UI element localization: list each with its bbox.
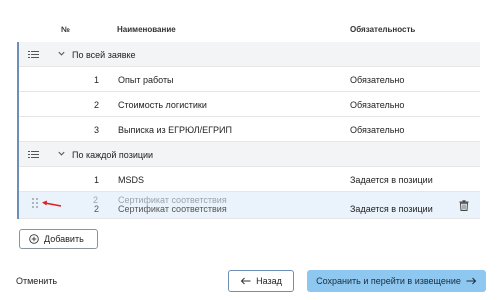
- row-name: Сертификат соответствия: [118, 204, 227, 214]
- add-button[interactable]: Добавить: [19, 229, 98, 249]
- group-row-each-position[interactable]: По каждой позиции: [19, 142, 480, 167]
- chevron-down-icon[interactable]: [57, 49, 66, 58]
- criteria-table: По всей заявке 1 Опыт работы Обязательно…: [17, 42, 480, 219]
- group-title: По всей заявке: [72, 50, 136, 60]
- arrow-right-icon: [466, 277, 477, 285]
- row-required: Обязательно: [350, 100, 405, 110]
- row-num: 2: [93, 204, 99, 214]
- column-header-name: Наименование: [117, 25, 176, 34]
- cancel-link[interactable]: Отменить: [16, 276, 57, 286]
- trash-icon[interactable]: [459, 200, 469, 211]
- row-required: Обязательно: [350, 125, 405, 135]
- column-header-required: Обязательность: [350, 25, 416, 34]
- table-row[interactable]: 3 Выписка из ЕГРЮЛ/ЕГРИП Обязательно: [19, 117, 480, 142]
- add-button-label: Добавить: [44, 234, 84, 244]
- row-required: Задается в позиции: [350, 175, 433, 185]
- row-name: Опыт работы: [118, 75, 174, 85]
- chevron-down-icon[interactable]: [57, 149, 66, 158]
- row-name: Выписка из ЕГРЮЛ/ЕГРИП: [118, 125, 232, 135]
- back-button[interactable]: Назад: [228, 270, 294, 292]
- row-num: 3: [93, 125, 99, 135]
- save-and-go-to-notice-button[interactable]: Сохранить и перейти в извещение: [307, 270, 486, 292]
- row-num: 2: [93, 100, 99, 110]
- group-title: По каждой позиции: [72, 150, 154, 160]
- row-name: Стоимость логистики: [118, 100, 207, 110]
- row-name: MSDS: [118, 175, 145, 185]
- list-icon: [28, 151, 39, 159]
- table-row[interactable]: 1 Опыт работы Обязательно: [19, 67, 480, 92]
- row-num: 1: [93, 75, 99, 85]
- row-required: Задается в позиции: [350, 204, 433, 214]
- column-header-num: №: [61, 25, 70, 34]
- save-button-label: Сохранить и перейти в извещение: [316, 276, 461, 286]
- table-row[interactable]: 1 MSDS Задается в позиции: [19, 167, 480, 192]
- group-row-whole-application[interactable]: По всей заявке: [19, 42, 480, 67]
- row-num: 1: [93, 175, 99, 185]
- row-required: Обязательно: [350, 75, 405, 85]
- drag-handle-icon[interactable]: [32, 198, 39, 212]
- table-header: № Наименование Обязательность: [0, 25, 500, 39]
- plus-circle-icon: [29, 234, 39, 244]
- table-row[interactable]: 2 Стоимость логистики Обязательно: [19, 92, 480, 117]
- back-button-label: Назад: [256, 276, 282, 286]
- dragging-table-row[interactable]: 2 Сертификат соответствия 2 Сертификат с…: [19, 192, 480, 219]
- list-icon: [28, 51, 39, 59]
- arrow-left-icon: [240, 277, 251, 285]
- red-arrow-icon: [42, 200, 62, 207]
